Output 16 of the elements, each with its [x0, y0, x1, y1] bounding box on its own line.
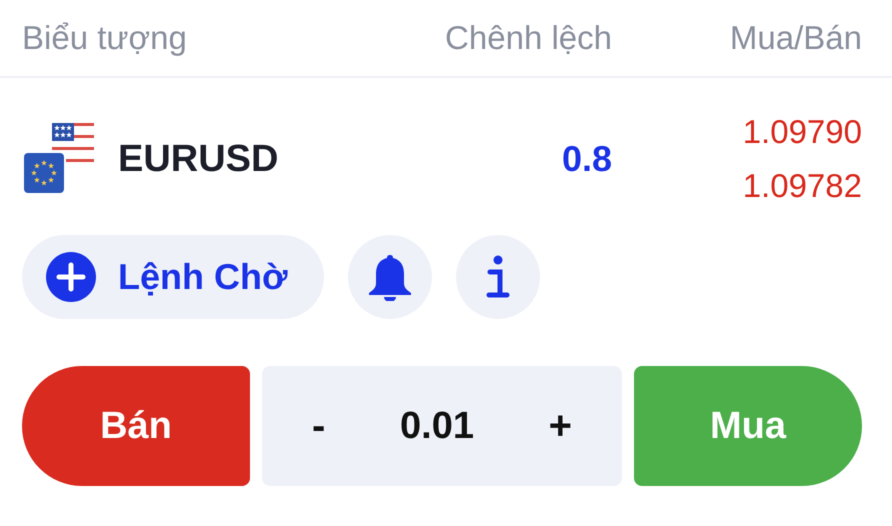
column-header: Mua/Bán — [728, 19, 862, 57]
symbol-name: EURUSD — [118, 138, 280, 180]
bell-icon — [366, 253, 413, 301]
info-icon — [486, 255, 510, 299]
price-quote: 1.09790 — [742, 113, 862, 151]
pending-order-button[interactable]: Lệnh Chờ — [22, 235, 324, 319]
volume-value: 0.01 — [400, 404, 474, 448]
column-header: Chênh lệch — [444, 19, 612, 57]
increase-button[interactable]: + — [542, 404, 578, 448]
column-header: Biểu tượng — [22, 19, 188, 57]
sell-button[interactable]: Bán — [22, 366, 250, 486]
plus-icon — [46, 252, 96, 302]
decrease-button[interactable]: - — [306, 404, 332, 448]
price-quote: 1.09782 — [742, 167, 862, 205]
spread-value: 0.8 — [560, 138, 612, 180]
currency-flags-icon — [22, 123, 96, 195]
